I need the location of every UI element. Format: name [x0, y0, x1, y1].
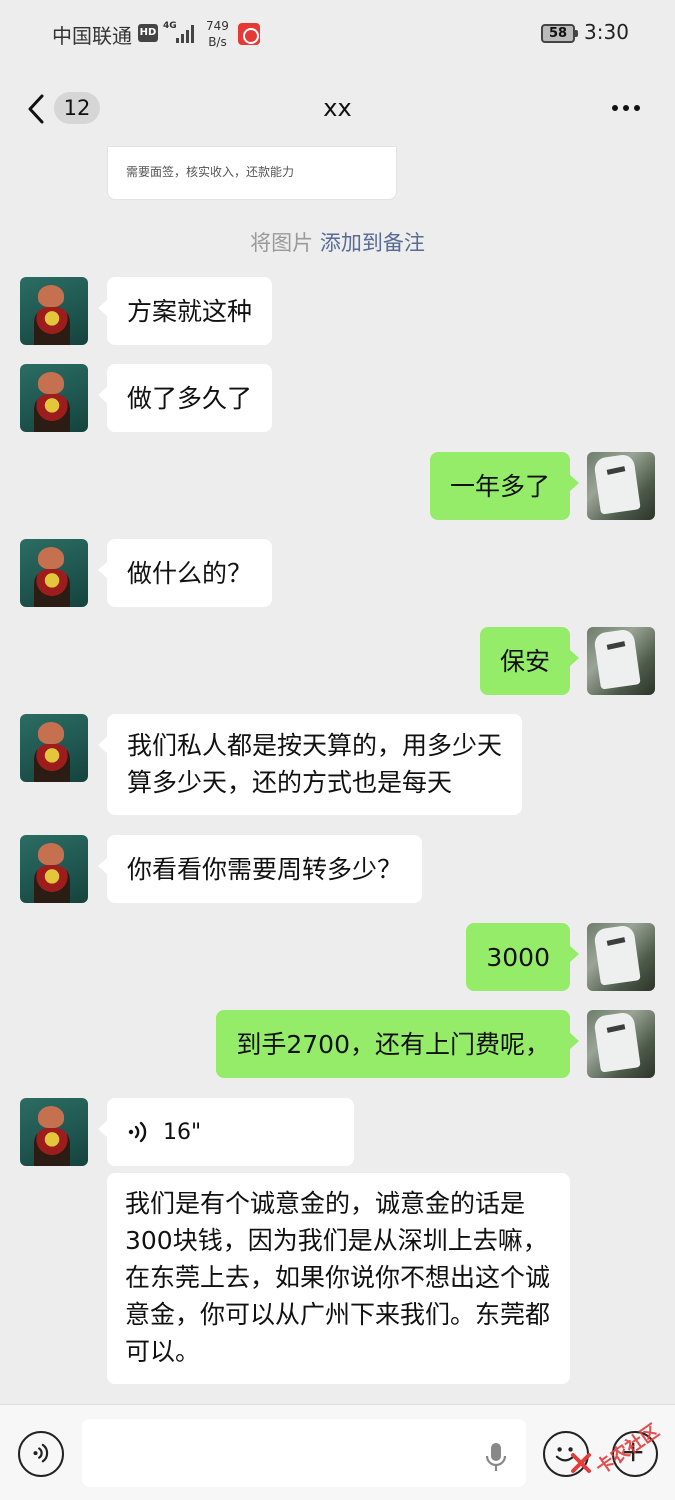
voice-wave-icon — [128, 1121, 147, 1143]
contact-avatar[interactable] — [20, 1098, 88, 1166]
contact-avatar[interactable] — [20, 364, 88, 432]
contact-avatar[interactable] — [20, 277, 88, 345]
message-input[interactable] — [82, 1419, 526, 1487]
sent-message[interactable]: 3000 — [466, 923, 579, 991]
user-avatar[interactable] — [587, 1010, 655, 1078]
user-avatar[interactable] — [587, 452, 655, 520]
voice-message[interactable]: 16" — [98, 1098, 354, 1166]
app-notification-icon — [238, 23, 260, 45]
sent-message[interactable]: 一年多了 — [429, 452, 580, 520]
carrier-name: 中国联通 — [52, 24, 132, 48]
chat-title: xx — [323, 94, 352, 122]
network-speed-value: 749 — [206, 19, 229, 33]
user-avatar[interactable] — [587, 923, 655, 991]
voice-transcript[interactable]: 我们是有个诚意金的，诚意金的话是300块钱，因为我们是从深圳上去嘛，在东莞上去，… — [107, 1173, 570, 1384]
sent-message[interactable]: 到手2700，还有上门费呢， — [216, 1010, 579, 1078]
hd-icon: HD — [138, 24, 158, 42]
chat-header: 12 xx — [0, 68, 675, 150]
voice-input-toggle-icon[interactable] — [18, 1431, 64, 1477]
more-options-icon[interactable] — [608, 103, 644, 113]
add-to-remark-link[interactable]: 添加到备注 — [320, 231, 425, 255]
clock: 3:30 — [584, 20, 629, 44]
microphone-icon[interactable] — [482, 1441, 510, 1477]
message-line: 算多少天，还的方式也是每天 — [127, 768, 453, 797]
contact-avatar[interactable] — [20, 835, 88, 903]
network-speed: 749 B/s — [206, 18, 229, 50]
signal-icon — [176, 23, 198, 43]
sent-message[interactable]: 保安 — [479, 627, 580, 695]
card-text: 需要面签，核实收入，还款能力 — [126, 165, 295, 179]
system-hint: 将图片 添加到备注 — [0, 227, 675, 257]
message-line: 我们私人都是按天算的，用多少天 — [127, 731, 503, 760]
voice-duration: 16" — [163, 1119, 202, 1145]
network-type: 4G — [163, 21, 177, 31]
user-avatar[interactable] — [587, 627, 655, 695]
contact-avatar[interactable] — [20, 539, 88, 607]
received-message[interactable]: 做了多久了 — [97, 364, 273, 432]
received-message[interactable]: 你看看你需要周转多少？ — [97, 835, 423, 903]
system-hint-text: 将图片 — [250, 231, 314, 255]
network-speed-unit: B/s — [208, 35, 227, 49]
shared-image-card[interactable]: 需要面签，核实收入，还款能力 — [107, 146, 397, 200]
received-message[interactable]: 我们私人都是按天算的，用多少天 算多少天，还的方式也是每天 — [97, 714, 523, 815]
status-bar: 中国联通 HD 4G 749 B/s 58 3:30 — [0, 0, 675, 68]
battery-icon: 58 — [541, 24, 578, 43]
contact-avatar[interactable] — [20, 714, 88, 782]
received-message[interactable]: 做什么的？ — [97, 539, 273, 607]
received-message[interactable]: 方案就这种 — [97, 277, 273, 345]
